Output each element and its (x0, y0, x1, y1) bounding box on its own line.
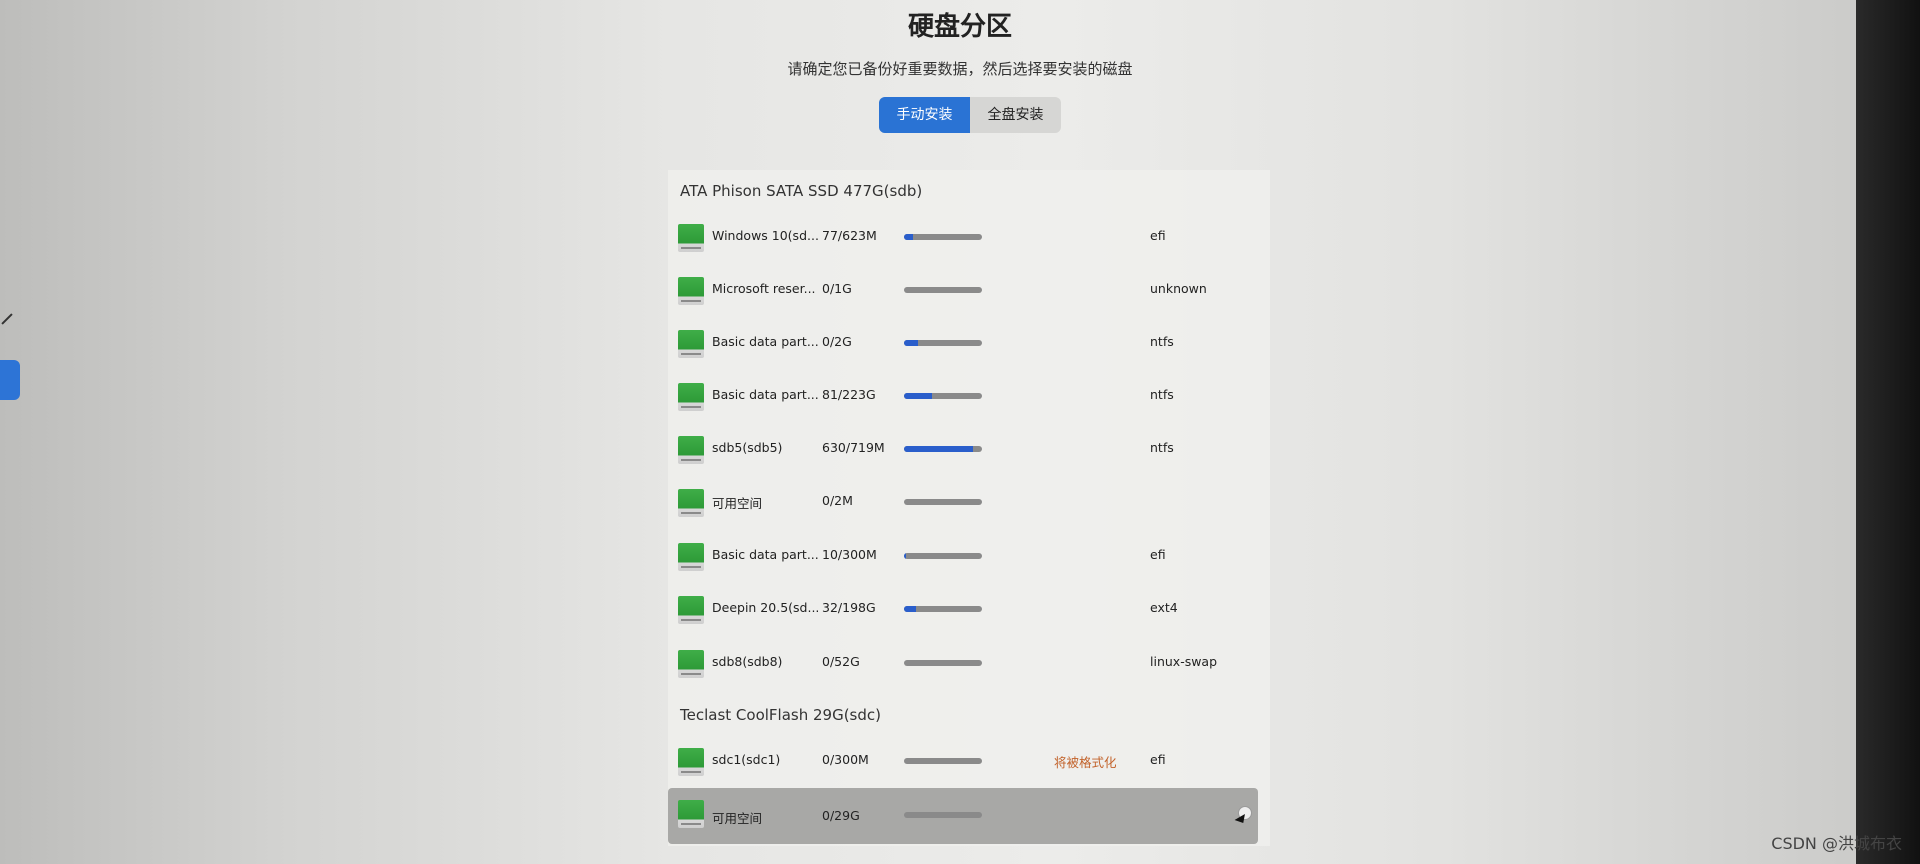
partition-size: 0/300M (822, 752, 869, 767)
hard-disk-icon (678, 330, 704, 358)
partition-name: Windows 10(sd... (712, 228, 819, 243)
usage-bar (904, 446, 982, 452)
format-warning: 将被格式化 (1054, 755, 1117, 770)
disk-title-sdc: Teclast CoolFlash 29G(sdc) (680, 706, 881, 724)
partition-name: 可用空间 (712, 496, 763, 511)
hard-disk-icon (678, 543, 704, 571)
hard-disk-icon (678, 650, 704, 678)
tab-full-disk-install[interactable]: 全盘安装 (970, 97, 1061, 133)
usage-bar (904, 660, 982, 666)
partition-size: 0/1G (822, 281, 852, 296)
partition-row[interactable]: Basic data part... 10/300M efi (668, 531, 1258, 579)
partition-row[interactable]: Windows 10(sd... 77/623M efi (668, 212, 1258, 260)
usage-bar (904, 234, 982, 240)
partition-size: 0/52G (822, 654, 860, 669)
usage-bar (904, 758, 982, 764)
partition-name: sdc1(sdc1) (712, 752, 781, 767)
partition-size: 81/223G (822, 387, 876, 402)
sidebar-indicator (0, 360, 20, 400)
partition-filesystem: efi (1150, 547, 1166, 562)
hard-disk-icon (678, 800, 704, 828)
usage-fill (904, 606, 917, 612)
usage-fill (904, 234, 914, 240)
partition-row[interactable]: 可用空间 0/2M (668, 477, 1258, 525)
partition-filesystem: ntfs (1150, 387, 1174, 402)
partition-row[interactable]: Basic data part... 81/223G ntfs (668, 371, 1258, 419)
usage-bar (904, 606, 982, 612)
hard-disk-icon (678, 596, 704, 624)
usage-fill (904, 340, 919, 346)
usage-fill (904, 446, 973, 452)
partition-list-panel: ATA Phison SATA SSD 477G(sdb) Windows 10… (668, 170, 1270, 846)
usage-bar (904, 499, 982, 505)
hard-disk-icon (678, 436, 704, 464)
page-title: 硬盘分区 (907, 12, 1012, 42)
partition-row[interactable]: Deepin 20.5(sd... 32/198G ext4 (668, 584, 1258, 632)
usage-bar (904, 393, 982, 399)
usage-bar (904, 553, 982, 559)
partition-name: Deepin 20.5(sd... (712, 600, 820, 615)
partition-filesystem: ntfs (1150, 334, 1174, 349)
partition-filesystem: ntfs (1150, 440, 1174, 455)
monitor-bezel (1856, 0, 1920, 864)
hard-disk-icon (678, 383, 704, 411)
partition-name: Basic data part... (712, 547, 819, 562)
disk-title-sdb: ATA Phison SATA SSD 477G(sdb) (680, 182, 923, 200)
partition-filesystem: efi (1150, 228, 1166, 243)
partition-row[interactable]: Basic data part... 0/2G ntfs (668, 318, 1258, 366)
partition-row-selected[interactable]: 可用空间 0/29G (668, 788, 1258, 844)
usage-bar (904, 287, 982, 293)
tab-manual-install[interactable]: 手动安装 (879, 97, 970, 133)
partition-filesystem: ext4 (1150, 600, 1178, 615)
usage-bar (904, 340, 982, 346)
partition-filesystem: unknown (1150, 281, 1207, 296)
partition-name: Microsoft reser... (712, 281, 816, 296)
partition-size: 0/29G (822, 808, 860, 823)
partition-size: 10/300M (822, 547, 877, 562)
edge-mark (1, 313, 13, 325)
partition-filesystem: linux-swap (1150, 654, 1218, 669)
install-mode-tabs: 手动安装 全盘安装 (879, 97, 1061, 133)
usage-fill (904, 553, 907, 559)
left-screen-edge (0, 0, 20, 864)
partition-name: 可用空间 (712, 811, 763, 826)
partition-size: 32/198G (822, 600, 876, 615)
partition-row[interactable]: sdb5(sdb5) 630/719M ntfs (668, 424, 1258, 472)
hard-disk-icon (678, 489, 704, 517)
partition-filesystem: efi (1150, 752, 1166, 767)
partition-name: sdb5(sdb5) (712, 440, 783, 455)
partition-name: sdb8(sdb8) (712, 654, 783, 669)
watermark: CSDN @洪城布衣 (1771, 834, 1902, 853)
hard-disk-icon (678, 224, 704, 252)
partition-size: 0/2M (822, 493, 853, 508)
usage-bar (904, 812, 982, 818)
hard-disk-icon (678, 277, 704, 305)
partition-row[interactable]: sdc1(sdc1) 0/300M 将被格式化 efi (668, 736, 1258, 784)
partition-name: Basic data part... (712, 387, 819, 402)
usage-fill (904, 393, 933, 399)
partition-size: 77/623M (822, 228, 877, 243)
partition-row[interactable]: Microsoft reser... 0/1G unknown (668, 265, 1258, 313)
partition-size: 0/2G (822, 334, 852, 349)
partition-size: 630/719M (822, 440, 885, 455)
hard-disk-icon (678, 748, 704, 776)
partition-row[interactable]: sdb8(sdb8) 0/52G linux-swap (668, 638, 1258, 686)
page-subtitle: 请确定您已备份好重要数据，然后选择要安装的磁盘 (787, 60, 1133, 78)
partition-name: Basic data part... (712, 334, 819, 349)
